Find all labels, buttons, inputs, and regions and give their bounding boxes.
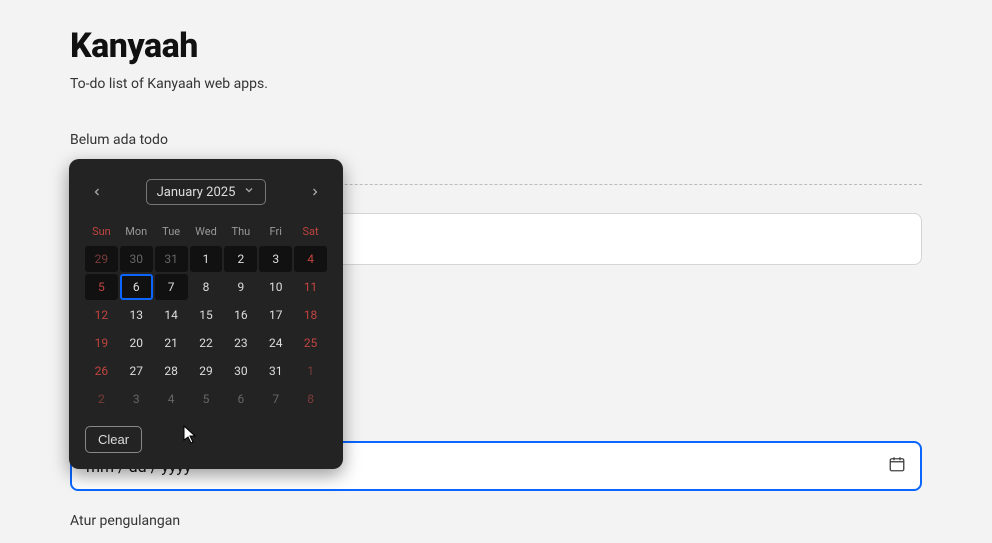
calendar-day[interactable]: 11: [294, 274, 327, 300]
calendar-day[interactable]: 22: [190, 330, 223, 356]
calendar-day[interactable]: 27: [120, 358, 153, 384]
day-of-week-header: Wed: [190, 221, 223, 244]
datepicker-popover: January 2025 SunMonTueWedThuFriSat293031…: [69, 159, 343, 469]
calendar-day[interactable]: 6: [120, 274, 153, 300]
calendar-day[interactable]: 1: [294, 358, 327, 384]
calendar-day[interactable]: 31: [155, 246, 188, 272]
calendar-day[interactable]: 26: [85, 358, 118, 384]
calendar-grid: SunMonTueWedThuFriSat2930311234567891011…: [85, 221, 327, 412]
calendar-day[interactable]: 30: [120, 246, 153, 272]
chevron-down-icon: [243, 184, 255, 200]
calendar-day[interactable]: 20: [120, 330, 153, 356]
calendar-day[interactable]: 8: [190, 274, 223, 300]
prev-month-button[interactable]: [85, 180, 109, 204]
empty-state-label: Belum ada todo: [70, 132, 922, 148]
calendar-day[interactable]: 5: [190, 386, 223, 412]
calendar-day[interactable]: 23: [224, 330, 257, 356]
calendar-day[interactable]: 8: [294, 386, 327, 412]
calendar-day[interactable]: 5: [85, 274, 118, 300]
calendar-day[interactable]: 14: [155, 302, 188, 328]
calendar-day[interactable]: 19: [85, 330, 118, 356]
calendar-day[interactable]: 29: [85, 246, 118, 272]
calendar-day[interactable]: 24: [259, 330, 292, 356]
clear-button[interactable]: Clear: [85, 426, 142, 453]
calendar-day[interactable]: 31: [259, 358, 292, 384]
calendar-day[interactable]: 12: [85, 302, 118, 328]
calendar-day[interactable]: 1: [190, 246, 223, 272]
calendar-day[interactable]: 30: [224, 358, 257, 384]
page-subtitle: To-do list of Kanyaah web apps.: [70, 76, 922, 92]
calendar-day[interactable]: 3: [120, 386, 153, 412]
day-of-week-header: Sat: [294, 221, 327, 244]
calendar-day[interactable]: 18: [294, 302, 327, 328]
calendar-day[interactable]: 6: [224, 386, 257, 412]
calendar-day[interactable]: 9: [224, 274, 257, 300]
day-of-week-header: Tue: [155, 221, 188, 244]
calendar-day[interactable]: 21: [155, 330, 188, 356]
month-year-label: January 2025: [157, 185, 236, 200]
calendar-day[interactable]: 7: [155, 274, 188, 300]
calendar-day[interactable]: 4: [155, 386, 188, 412]
calendar-day[interactable]: 4: [294, 246, 327, 272]
calendar-day[interactable]: 2: [85, 386, 118, 412]
calendar-day[interactable]: 10: [259, 274, 292, 300]
calendar-icon[interactable]: [888, 455, 906, 477]
calendar-day[interactable]: 13: [120, 302, 153, 328]
day-of-week-header: Mon: [120, 221, 153, 244]
repeat-label: Atur pengulangan: [70, 513, 922, 529]
calendar-day[interactable]: 7: [259, 386, 292, 412]
day-of-week-header: Sun: [85, 221, 118, 244]
month-year-select[interactable]: January 2025: [146, 179, 267, 205]
calendar-day[interactable]: 2: [224, 246, 257, 272]
day-of-week-header: Thu: [224, 221, 257, 244]
calendar-day[interactable]: 28: [155, 358, 188, 384]
calendar-day[interactable]: 29: [190, 358, 223, 384]
calendar-day[interactable]: 16: [224, 302, 257, 328]
calendar-day[interactable]: 15: [190, 302, 223, 328]
day-of-week-header: Fri: [259, 221, 292, 244]
next-month-button[interactable]: [303, 180, 327, 204]
page-title: Kanyaah: [70, 26, 922, 66]
calendar-day[interactable]: 3: [259, 246, 292, 272]
calendar-day[interactable]: 25: [294, 330, 327, 356]
calendar-day[interactable]: 17: [259, 302, 292, 328]
